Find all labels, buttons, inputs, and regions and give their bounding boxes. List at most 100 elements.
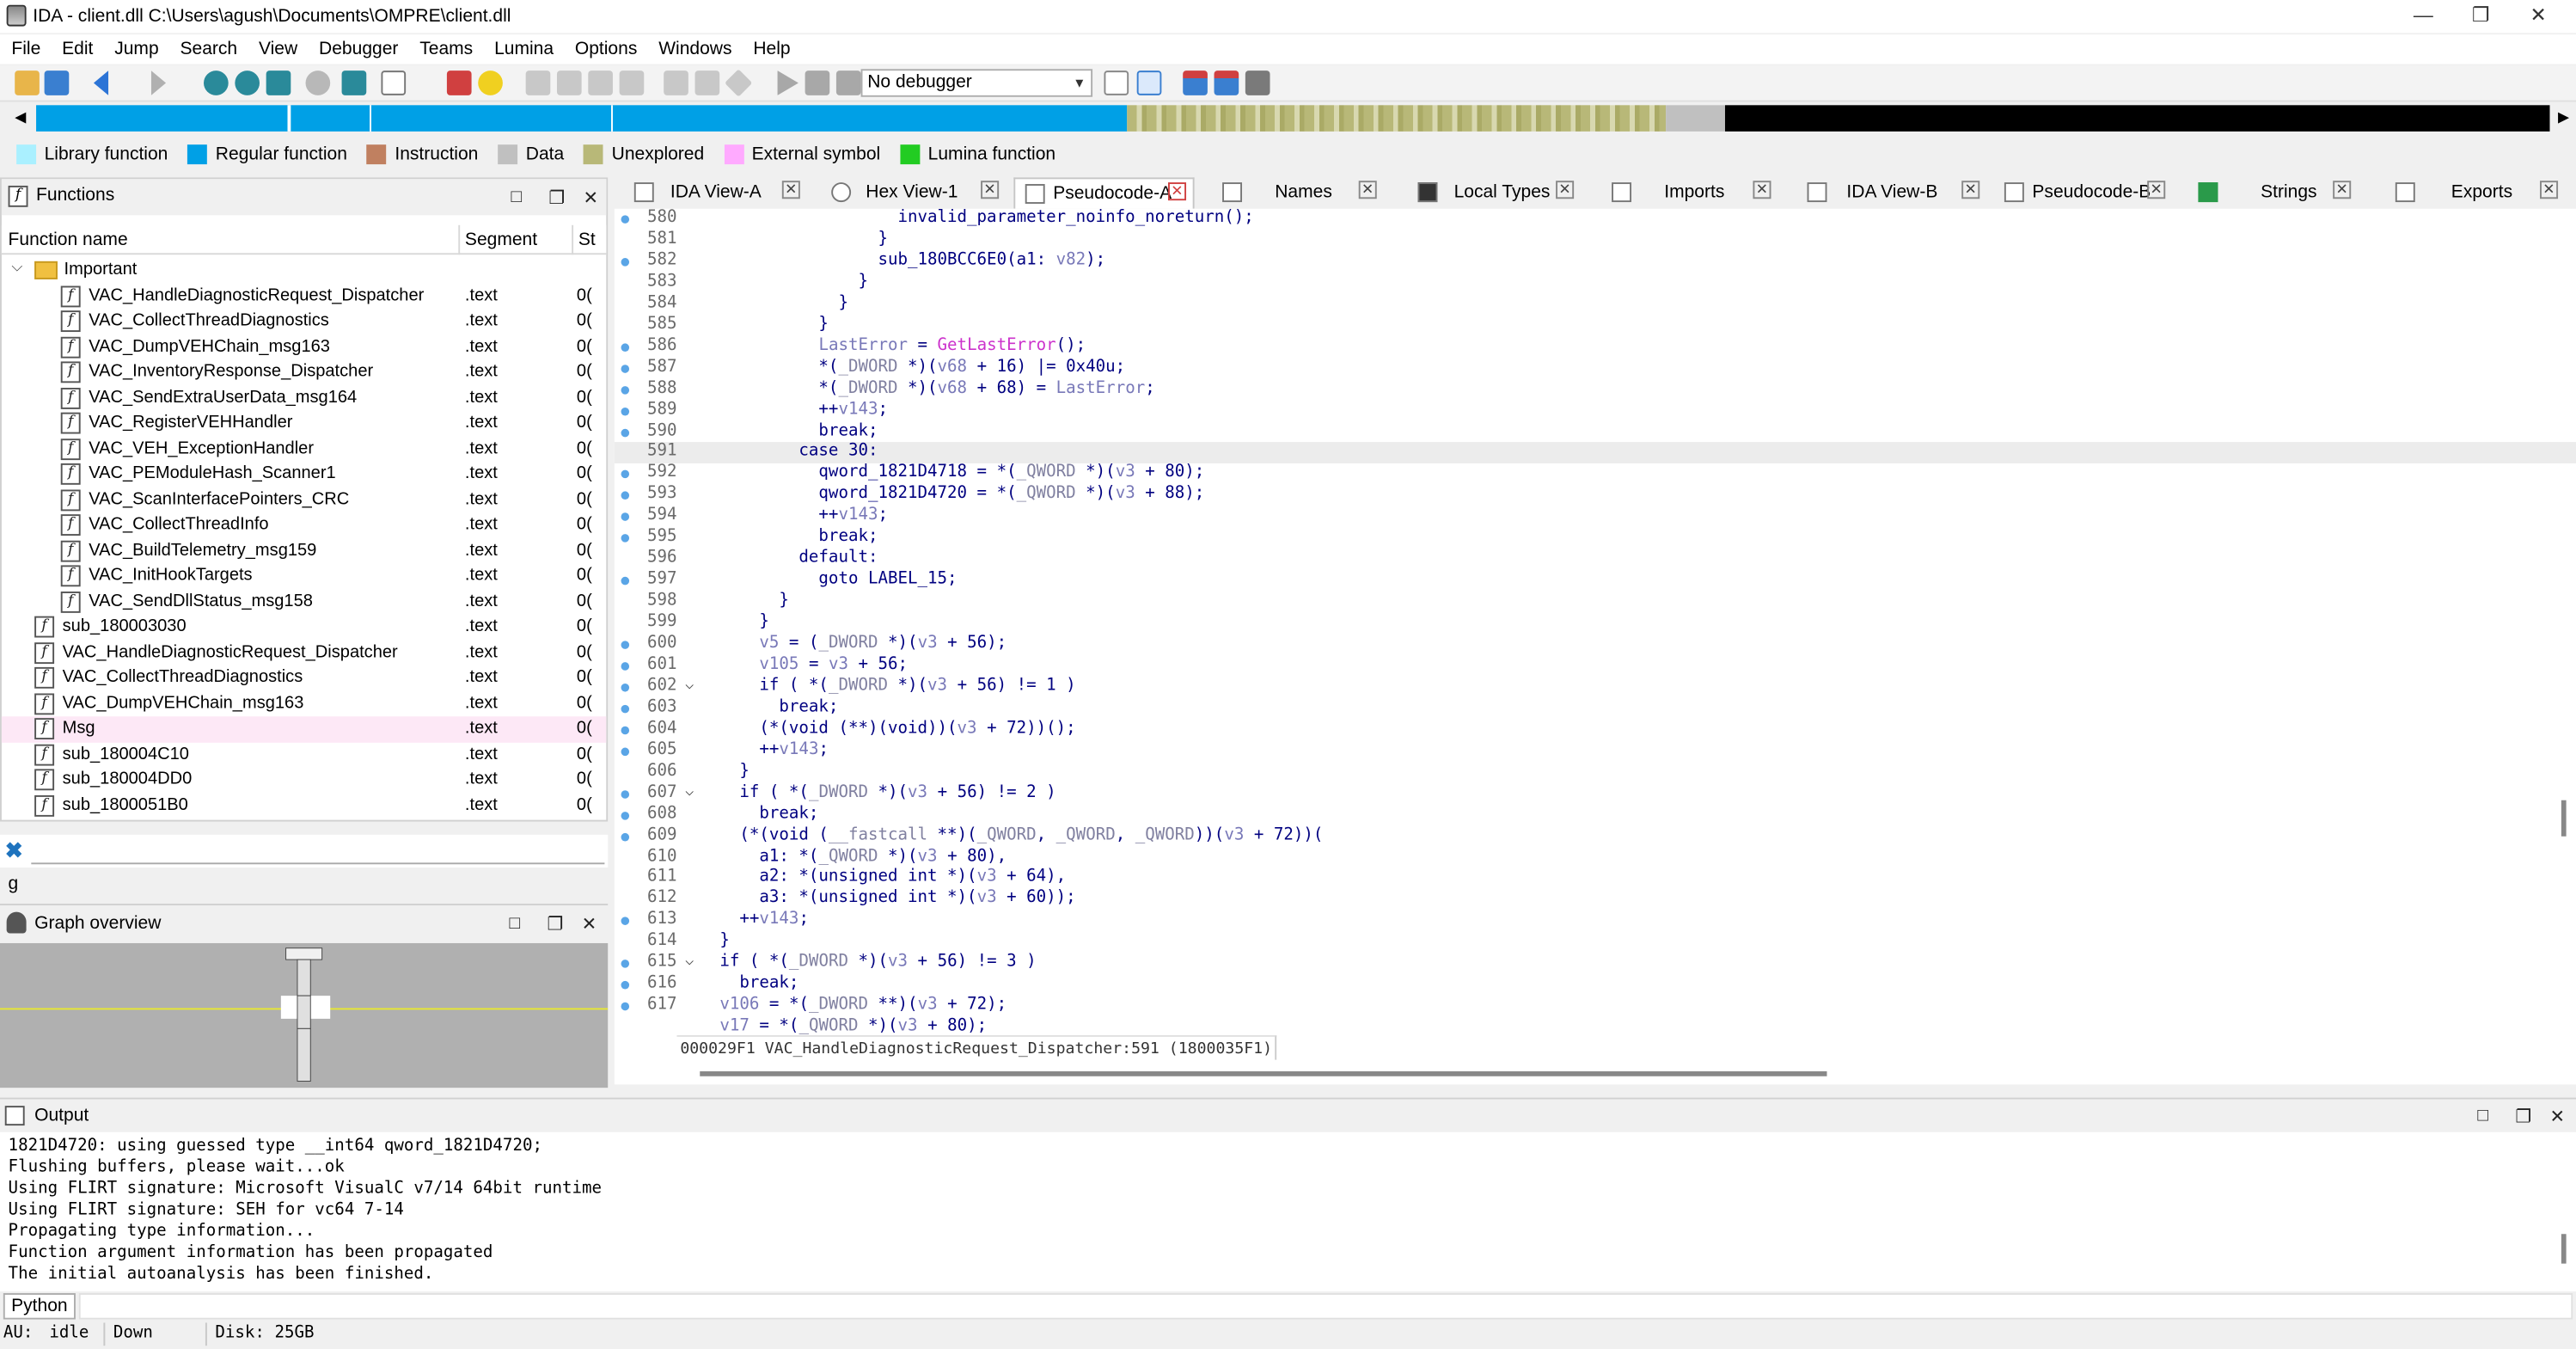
code-line[interactable]: 596 default: <box>615 549 2576 571</box>
tab-close-icon[interactable]: ✕ <box>781 181 800 199</box>
breakpoint-dot-icon[interactable] <box>621 385 630 394</box>
highlight-icon[interactable] <box>478 71 503 95</box>
column-segment[interactable]: Segment <box>465 230 537 250</box>
search-icon[interactable] <box>305 71 331 95</box>
navigation-band[interactable] <box>36 105 2550 132</box>
code-line[interactable]: 603 break; <box>615 698 2576 720</box>
code-line[interactable]: 581 } <box>615 230 2576 251</box>
function-row[interactable]: f VAC_BuildTelemetry_msg159 .text 0( <box>2 538 606 564</box>
code-line[interactable]: 616 break; <box>615 975 2576 996</box>
breakpoint-dot-icon[interactable] <box>621 747 630 756</box>
command-input[interactable] <box>78 1293 2573 1320</box>
breakpoint-dot-icon[interactable] <box>621 811 630 819</box>
bookmark-list-icon[interactable] <box>1183 71 1208 95</box>
debugger-select[interactable]: No debugger ▼ <box>860 69 1093 97</box>
function-row[interactable]: f VAC_ScanInterfacePointers_CRC .text 0( <box>2 487 606 513</box>
tab-close-icon[interactable]: ✕ <box>2147 181 2166 199</box>
copy-icon[interactable] <box>525 71 551 95</box>
menu-view[interactable]: View <box>259 40 297 59</box>
close-button[interactable]: ✕ <box>2500 0 2576 33</box>
function-row[interactable]: f VAC_HandleDiagnosticRequest_Dispatcher.… <box>2 284 606 310</box>
code-line[interactable]: 595 break; <box>615 528 2576 549</box>
list-dropdown-icon[interactable] <box>619 71 645 95</box>
python-language-button[interactable]: Python <box>3 1293 76 1320</box>
function-row[interactable]: f VAC_CollectThreadDiagnostics .text 0( <box>2 665 606 691</box>
code-line[interactable]: 602 ⌵ if ( *(_DWORD *)(v3 + 56) != 1 ) <box>615 677 2576 698</box>
breakpoint-dot-icon[interactable] <box>621 981 630 990</box>
breakpoint-dot-icon[interactable] <box>621 832 630 841</box>
tab-close-icon[interactable]: ✕ <box>1168 182 1187 201</box>
code-line[interactable]: 594 ++v143; <box>615 506 2576 528</box>
function-row[interactable]: f sub_180003030 .text 0( <box>2 615 606 641</box>
code-line[interactable]: 590 break; <box>615 421 2576 443</box>
menu-lumina[interactable]: Lumina <box>494 40 554 59</box>
function-row[interactable]: f VAC_PEModuleHash_Scanner1 .text 0( <box>2 462 606 487</box>
breakpoint-dot-icon[interactable] <box>621 407 630 415</box>
code-line[interactable]: 588 *(_DWORD *)(v68 + 68) = LastError; <box>615 379 2576 401</box>
code-line[interactable]: 589 ++v143; <box>615 400 2576 421</box>
panel-float-icon[interactable]: ❐ <box>2515 1106 2531 1127</box>
code-line[interactable]: 592 qword_1821D4718 = *(_QWORD *)(v3 + 8… <box>615 464 2576 486</box>
code-line[interactable]: 615 ⌵ if ( *(_DWORD *)(v3 + 56) != 3 ) <box>615 953 2576 975</box>
code-line[interactable]: 584 } <box>615 294 2576 316</box>
debugger-options-icon[interactable] <box>1104 71 1129 95</box>
tab-ida-view-a[interactable]: IDA View-A ✕ <box>624 177 808 208</box>
code-line[interactable]: 608 break; <box>615 805 2576 826</box>
function-row[interactable]: f VAC_HandleDiagnosticRequest_Dispatcher.… <box>2 640 606 665</box>
nav-right-arrow-icon[interactable]: ▶ <box>2558 108 2569 126</box>
panel-close-icon[interactable]: ✕ <box>584 187 599 209</box>
tab-pseudocode-a[interactable]: Pseudocode-A ✕ <box>1013 177 1195 209</box>
function-row[interactable]: f Msg .text 0( <box>1 716 607 742</box>
menu-debugger[interactable]: Debugger <box>319 40 398 59</box>
code-line[interactable]: 591 case 30: <box>614 442 2576 464</box>
back-arrow-icon[interactable] <box>93 71 109 95</box>
tab-strings[interactable]: Strings ✕ <box>2188 177 2359 208</box>
code-line[interactable]: 617 v106 = *(_DWORD **)(v3 + 72); <box>615 996 2576 1017</box>
breakpoint-dot-icon[interactable] <box>621 726 630 734</box>
function-row[interactable]: f VAC_DumpVEHChain_msg163 .text 0( <box>2 691 606 717</box>
paste-icon[interactable] <box>556 71 582 95</box>
panel-maximize-icon[interactable]: □ <box>2477 1106 2488 1125</box>
tab-imports[interactable]: Imports ✕ <box>1602 177 1779 208</box>
bookmark-prev-icon[interactable] <box>1214 71 1239 95</box>
function-row[interactable]: f VAC_RegisterVEHHandler .text 0( <box>2 411 606 437</box>
code-line[interactable]: 598 } <box>615 592 2576 613</box>
tab-close-icon[interactable]: ✕ <box>1961 181 1980 199</box>
function-row[interactable]: f sub_180004C10 .text 0( <box>2 742 606 768</box>
column-function-name[interactable]: Function name <box>9 230 128 250</box>
find-text-icon[interactable] <box>588 71 613 95</box>
code-line[interactable]: 585 } <box>615 315 2576 336</box>
breakpoint-dot-icon[interactable] <box>621 215 630 224</box>
function-row[interactable]: f sub_1800051B0 .text 0( <box>2 793 606 819</box>
horizontal-scrollbar[interactable] <box>700 1071 1827 1076</box>
breakpoint-dot-icon[interactable] <box>621 789 630 799</box>
text-format-icon[interactable] <box>381 71 407 95</box>
menu-windows[interactable]: Windows <box>658 40 731 59</box>
code-line[interactable]: 580 invalid_parameter_noinfo_noreturn(); <box>615 209 2576 230</box>
code-line[interactable]: 614 } <box>615 932 2576 953</box>
menu-file[interactable]: File <box>11 40 40 59</box>
breakpoint-dot-icon[interactable] <box>621 704 630 714</box>
tab-exports[interactable]: Exports ✕ <box>2385 177 2569 208</box>
clear-filter-icon[interactable]: ✖ <box>5 838 23 865</box>
segment-icon[interactable] <box>664 71 688 95</box>
panel-float-icon[interactable]: ❐ <box>548 187 565 209</box>
function-row[interactable]: f VAC_SendDllStatus_msg158 .text 0( <box>2 589 606 615</box>
breakpoint-dot-icon[interactable] <box>621 960 630 969</box>
run-icon[interactable] <box>777 71 798 95</box>
code-line[interactable]: 610 a1: *(_QWORD *)(v3 + 80), <box>615 847 2576 868</box>
function-row[interactable]: f VAC_InitHookTargets .text 0( <box>2 564 606 590</box>
vertical-scrollbar[interactable] <box>2561 800 2567 837</box>
tab-close-icon[interactable]: ✕ <box>2333 181 2352 199</box>
breakpoint-dot-icon[interactable] <box>621 683 630 692</box>
tab-close-icon[interactable]: ✕ <box>981 181 1000 199</box>
patch-icon[interactable] <box>694 71 720 95</box>
code-line[interactable]: 606 } <box>615 762 2576 783</box>
panel-maximize-icon[interactable]: □ <box>510 914 521 934</box>
code-line[interactable]: 601 v105 = v3 + 56; <box>615 655 2576 677</box>
menu-help[interactable]: Help <box>753 40 790 59</box>
function-color-icon[interactable] <box>446 71 472 95</box>
filter-input[interactable] <box>31 838 605 865</box>
tab-close-icon[interactable]: ✕ <box>2540 181 2559 199</box>
code-line[interactable]: 582 sub_180BCC6E0(a1: v82); <box>615 251 2576 273</box>
